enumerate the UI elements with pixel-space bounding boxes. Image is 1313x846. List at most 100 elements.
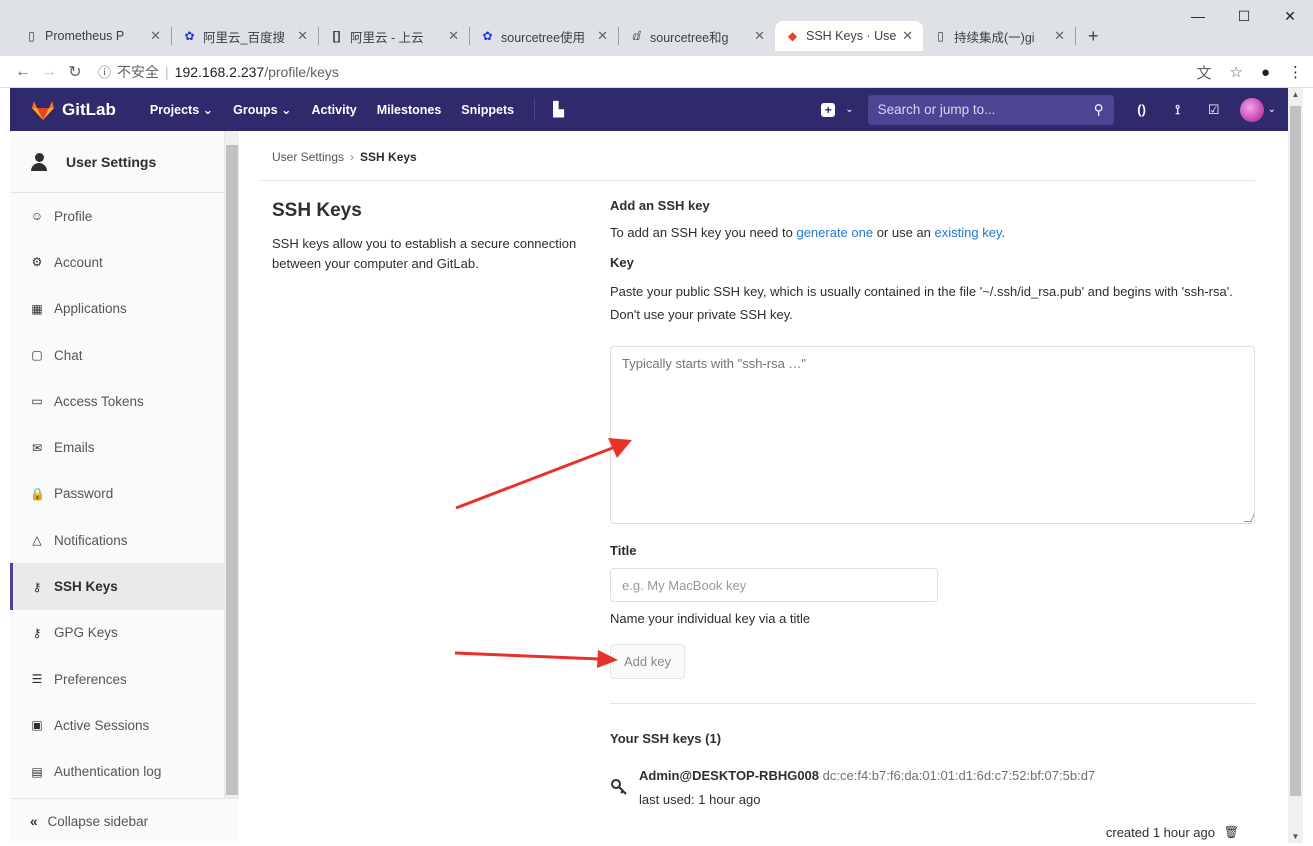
browser-tab[interactable]: ✿ sourcetree使用 ✕ bbox=[470, 21, 618, 51]
more-icon[interactable]: ⋮ bbox=[1288, 63, 1303, 81]
menu-divider bbox=[534, 98, 536, 121]
reload-icon[interactable]: ↻ bbox=[62, 62, 88, 82]
title-input[interactable]: e.g. My MacBook key bbox=[610, 568, 938, 602]
sidebar-item-notifications[interactable]: △ Notifications bbox=[10, 517, 224, 563]
sidebar-item-applications[interactable]: ▦ Applications bbox=[10, 286, 224, 332]
issues-icon[interactable]: () bbox=[1128, 102, 1156, 117]
browser-tab[interactable]: [] 阿里云 - 上云 ✕ bbox=[319, 21, 469, 51]
gitlab-navbar: GitLab Projects ⌄ Groups ⌄ Activity Mile… bbox=[10, 88, 1288, 131]
chevron-down-icon: ⌄ bbox=[845, 104, 854, 115]
baidu-icon: ✿ bbox=[482, 29, 493, 43]
gitlab-icon: ◆ bbox=[787, 29, 798, 43]
merge-requests-icon[interactable]: ⟟ bbox=[1164, 102, 1192, 118]
applications-icon: ▦ bbox=[31, 301, 43, 316]
close-icon[interactable]: ✕ bbox=[902, 28, 913, 44]
back-icon[interactable]: ← bbox=[10, 63, 36, 81]
page-scrollbar[interactable]: ▲ ▼ bbox=[1288, 88, 1303, 843]
browser-tab[interactable]: ▯ Prometheus P ✕ bbox=[14, 21, 171, 51]
account-circle-icon[interactable]: ● bbox=[1261, 64, 1270, 81]
sidebar-item-profile[interactable]: ☺ Profile bbox=[10, 193, 224, 239]
sidebar-item-preferences[interactable]: ☰ Preferences bbox=[10, 656, 224, 702]
chart-icon[interactable]: ▙ bbox=[545, 101, 572, 118]
sidebar-item-access-tokens[interactable]: ▭ Access Tokens bbox=[10, 378, 224, 424]
sidebar-item-ssh-keys[interactable]: ⚷ SSH Keys bbox=[10, 563, 224, 610]
collapse-sidebar-button[interactable]: « Collapse sidebar bbox=[10, 798, 239, 843]
menu-milestones[interactable]: Milestones bbox=[367, 103, 452, 117]
key-textarea[interactable] bbox=[610, 346, 1255, 524]
chevron-down-icon[interactable]: ⌄ bbox=[1268, 104, 1276, 115]
gitlab-logo[interactable]: GitLab bbox=[32, 100, 116, 120]
browser-tab[interactable]: ▯ 持续集成(一)gi ✕ bbox=[923, 21, 1075, 51]
existing-key-link[interactable]: existing key bbox=[935, 225, 1002, 240]
sidebar-header[interactable]: User Settings bbox=[10, 131, 224, 193]
scrollbar-thumb[interactable] bbox=[226, 145, 238, 795]
breadcrumb-current[interactable]: SSH Keys bbox=[360, 150, 417, 164]
sidebar-item-emails[interactable]: ✉ Emails bbox=[10, 424, 224, 470]
todos-icon[interactable]: ☑ bbox=[1200, 102, 1228, 118]
title-help-text: Name your individual key via a title bbox=[610, 611, 811, 626]
close-icon[interactable]: ✕ bbox=[1054, 28, 1065, 44]
menu-projects[interactable]: Projects ⌄ bbox=[140, 102, 223, 117]
close-window-button[interactable]: ✕ bbox=[1267, 0, 1313, 32]
star-icon[interactable]: ☆ bbox=[1229, 63, 1242, 81]
scroll-up-icon[interactable]: ▲ bbox=[1288, 90, 1303, 99]
browser-tab-active[interactable]: ◆ SSH Keys · Use ✕ bbox=[775, 21, 923, 51]
translate-icon[interactable]: 文 bbox=[1196, 62, 1211, 83]
sidebar-item-gpg-keys[interactable]: ⚷ GPG Keys bbox=[10, 610, 224, 656]
close-icon[interactable]: ✕ bbox=[150, 28, 161, 44]
page-title: SSH Keys bbox=[272, 200, 362, 221]
close-icon[interactable]: ✕ bbox=[297, 28, 308, 44]
annotation-arrow bbox=[455, 438, 632, 510]
forward-icon[interactable]: → bbox=[36, 63, 62, 81]
browser-tab-bar: ▯ Prometheus P ✕ ✿ 阿里云_百度搜 ✕ [] 阿里云 - 上云… bbox=[0, 0, 1313, 56]
navbar-right: + ⌄ Search or jump to... ⚲ () ⟟ ☑ ⌄ bbox=[821, 88, 1276, 131]
sidebar-item-active-sessions[interactable]: ▣ Active Sessions bbox=[10, 702, 224, 748]
generate-one-link[interactable]: generate one bbox=[796, 225, 873, 240]
close-icon[interactable]: ✕ bbox=[597, 28, 608, 44]
breadcrumb-divider bbox=[260, 180, 1255, 181]
menu-snippets[interactable]: Snippets bbox=[451, 103, 524, 117]
sidebar-menu: ☺ Profile ⚙ Account ▦ Applications ▢ Chat ▭ A… bbox=[10, 193, 224, 795]
menu-groups[interactable]: Groups ⌄ bbox=[223, 102, 301, 117]
browser-tab[interactable]: ✿ 阿里云_百度搜 ✕ bbox=[172, 21, 318, 51]
url-divider: | bbox=[165, 63, 169, 80]
ssh-key-title[interactable]: Admin@DESKTOP-RBHG008 dc:ce:f4:b7:f6:da:… bbox=[639, 768, 1095, 783]
add-key-button[interactable]: Add key bbox=[610, 644, 685, 679]
close-icon[interactable]: ✕ bbox=[448, 28, 459, 44]
browser-actions: 文 ☆ ● ⋮ bbox=[1196, 56, 1303, 88]
key-icon bbox=[611, 779, 627, 795]
insecure-label: 不安全 bbox=[117, 63, 160, 80]
browser-tab[interactable]: ⅆ sourcetree和g ✕ bbox=[619, 21, 775, 51]
breadcrumb: User Settings › SSH Keys bbox=[272, 150, 417, 164]
search-icon: ⚲ bbox=[1093, 101, 1104, 117]
minimize-button[interactable]: — bbox=[1175, 0, 1221, 32]
sidebar-item-chat[interactable]: ▢ Chat bbox=[10, 332, 224, 378]
annotation-arrow bbox=[454, 650, 618, 668]
scroll-down-icon[interactable]: ▼ bbox=[1288, 832, 1303, 841]
new-tab-button[interactable]: + bbox=[1076, 21, 1111, 51]
menu-activity[interactable]: Activity bbox=[302, 103, 367, 117]
title-label: Title bbox=[610, 543, 637, 558]
sidebar-scrollbar[interactable] bbox=[225, 131, 239, 821]
settings-sidebar: User Settings ☺ Profile ⚙ Account ▦ Applica… bbox=[10, 131, 225, 843]
account-icon: ⚙ bbox=[31, 255, 43, 270]
scrollbar-thumb[interactable] bbox=[1290, 106, 1301, 796]
avatar[interactable] bbox=[1239, 97, 1264, 122]
new-dropdown[interactable]: + ⌄ bbox=[821, 102, 854, 117]
section-divider bbox=[610, 703, 1255, 704]
maximize-button[interactable]: ☐ bbox=[1221, 0, 1267, 32]
sidebar-item-authentication-log[interactable]: ▤ Authentication log bbox=[10, 749, 224, 795]
search-input[interactable]: Search or jump to... ⚲ bbox=[867, 94, 1114, 125]
sidebar-item-account[interactable]: ⚙ Account bbox=[10, 239, 224, 285]
info-icon[interactable]: ⓘ bbox=[98, 62, 111, 81]
sidebar-title: User Settings bbox=[66, 153, 157, 170]
gitlab-fox-icon bbox=[32, 100, 54, 120]
breadcrumb-parent[interactable]: User Settings bbox=[272, 150, 344, 164]
address-bar: ← → ↻ ⓘ 不安全 | 192.168.2.237/profile/keys… bbox=[0, 56, 1313, 88]
trash-icon[interactable]: 🗑 bbox=[1224, 825, 1239, 839]
form-heading: Add an SSH key bbox=[610, 198, 710, 213]
page-icon: ▯ bbox=[28, 29, 35, 43]
sidebar-item-password[interactable]: 🔒 Password bbox=[10, 471, 224, 517]
close-icon[interactable]: ✕ bbox=[754, 28, 765, 44]
url-field[interactable]: ⓘ 不安全 | 192.168.2.237/profile/keys bbox=[98, 62, 339, 82]
